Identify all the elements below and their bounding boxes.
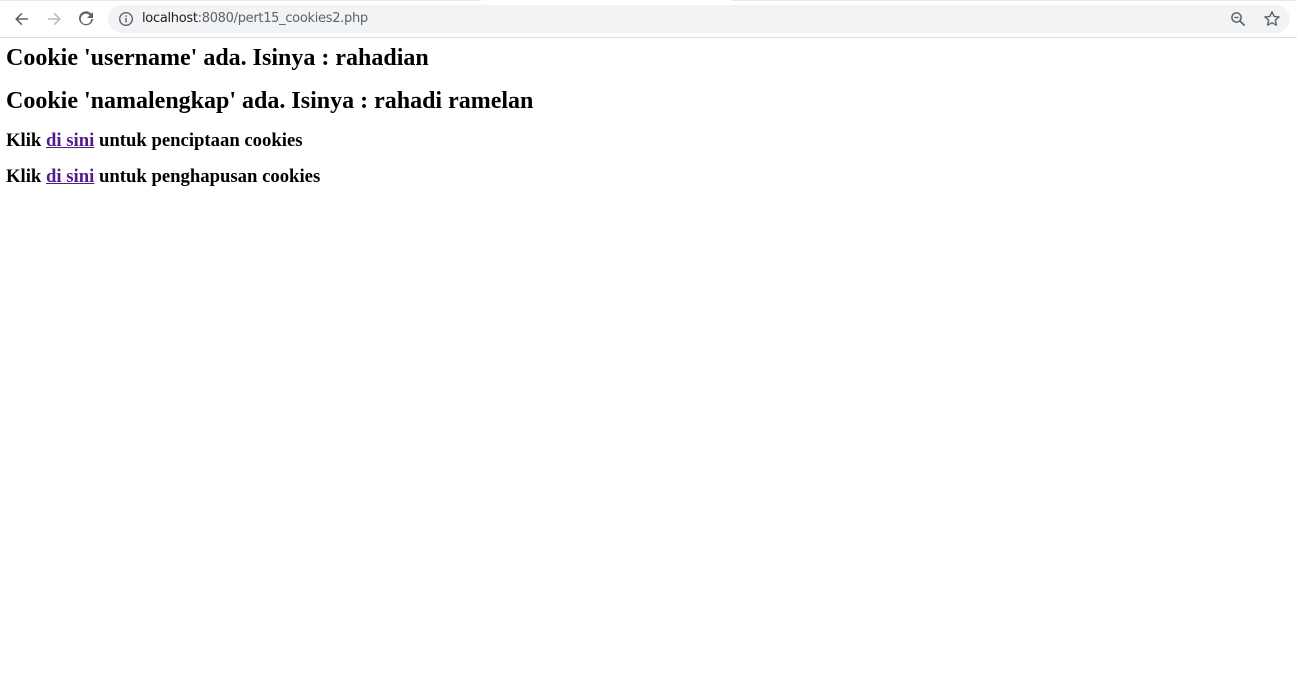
back-button[interactable] xyxy=(8,5,36,33)
create-cookies-link[interactable]: di sini xyxy=(46,130,94,151)
delete-suffix: untuk penghapusan cookies xyxy=(94,166,321,187)
forward-button[interactable] xyxy=(40,5,68,33)
url-host: localhost xyxy=(142,11,198,26)
delete-cookies-link[interactable]: di sini xyxy=(46,166,94,187)
zoom-icon[interactable] xyxy=(1230,11,1246,27)
create-cookies-line: Klik di sini untuk penciptaan cookies xyxy=(6,130,303,152)
tab-strip-edge xyxy=(0,0,1297,1)
browser-toolbar: localhost:8080/pert15_cookies2.php xyxy=(0,0,1297,38)
reload-icon xyxy=(79,11,93,26)
reload-button[interactable] xyxy=(72,5,100,33)
create-prefix: Klik xyxy=(6,130,46,151)
delete-cookies-line: Klik di sini untuk penghapusan cookies xyxy=(6,166,320,188)
address-bar[interactable]: localhost:8080/pert15_cookies2.php xyxy=(108,5,1290,33)
cookie-namalengkap-heading: Cookie 'namalengkap' ada. Isinya : rahad… xyxy=(6,88,534,114)
forward-arrow-icon xyxy=(48,12,61,26)
info-icon[interactable] xyxy=(118,11,134,27)
url-text[interactable]: localhost:8080/pert15_cookies2.php xyxy=(142,5,368,33)
create-suffix: untuk penciptaan cookies xyxy=(94,130,303,151)
star-icon[interactable] xyxy=(1263,10,1281,28)
url-path: :8080/pert15_cookies2.php xyxy=(197,11,369,26)
cookie-username-heading: Cookie 'username' ada. Isinya : rahadian xyxy=(6,45,429,71)
delete-prefix: Klik xyxy=(6,166,46,187)
back-arrow-icon xyxy=(15,12,28,26)
